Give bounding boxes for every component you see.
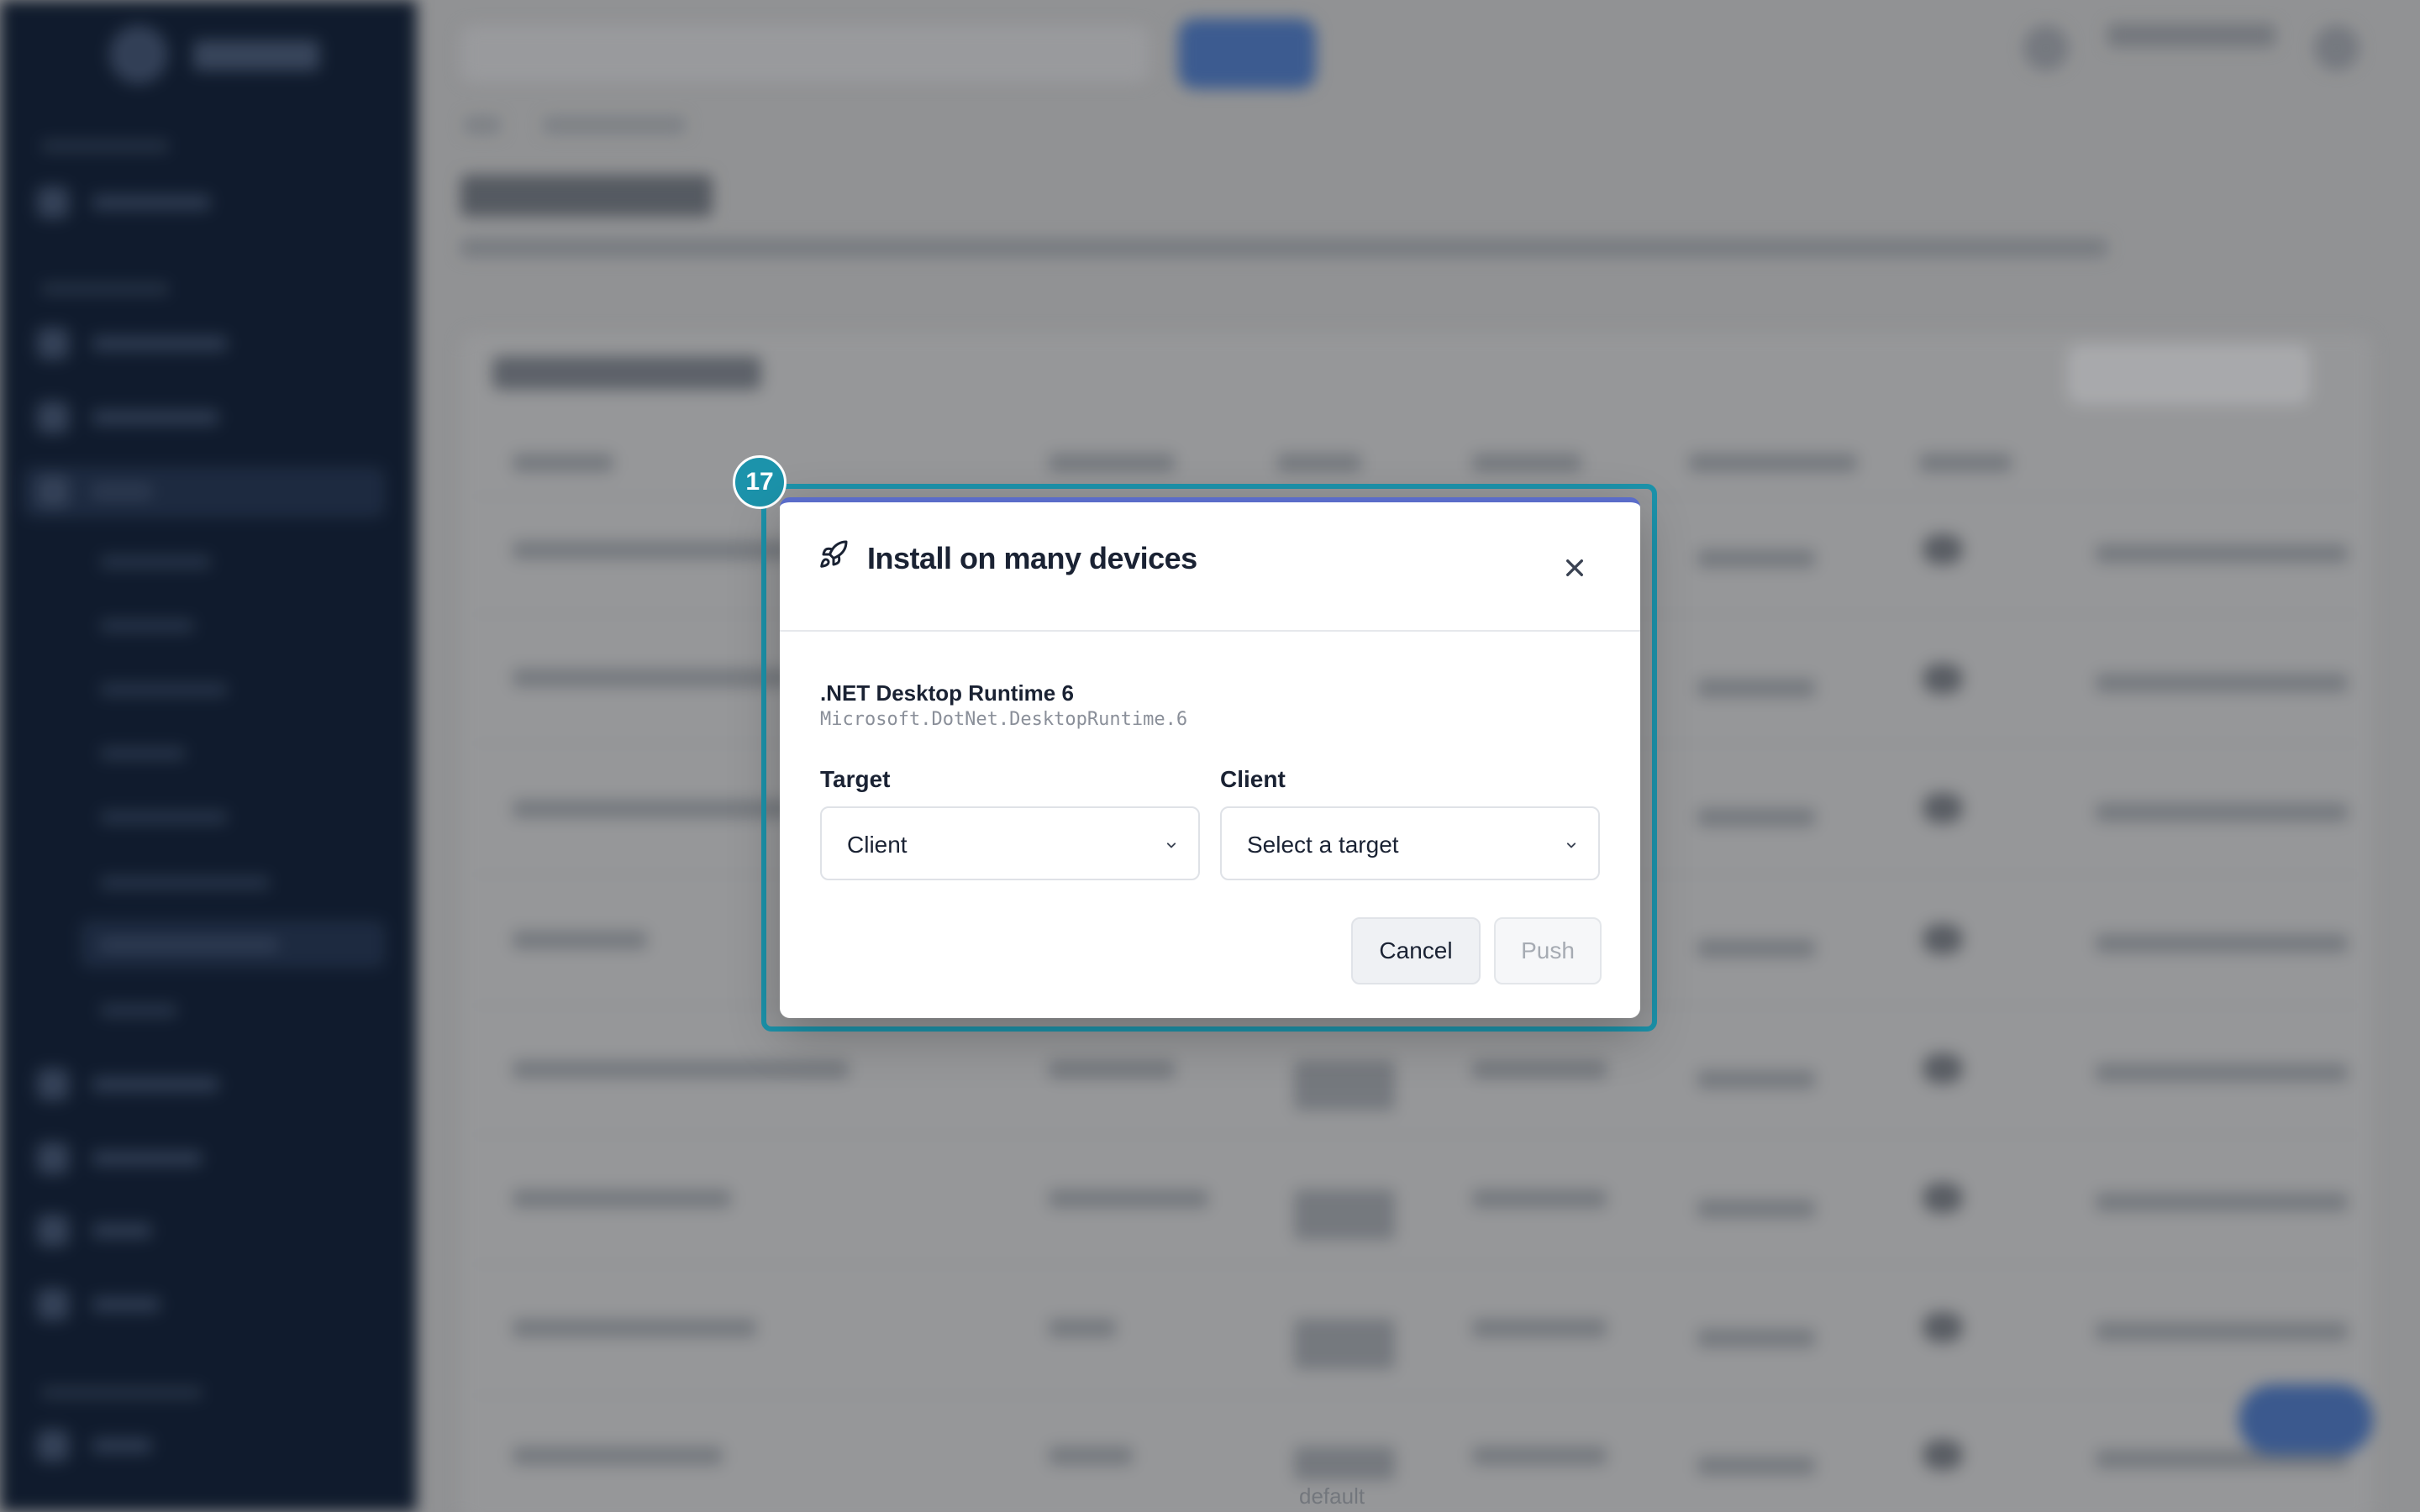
client-label: Client (1220, 766, 1286, 792)
install-dialog: Install on many devices .NET Desktop Run… (780, 497, 1640, 1018)
push-button[interactable]: Push (1494, 917, 1602, 984)
client-select-value: Select a target (1247, 832, 1399, 858)
cancel-button[interactable]: Cancel (1351, 917, 1481, 984)
package-name: .NET Desktop Runtime 6 (820, 680, 1074, 706)
target-select-value: Client (847, 832, 908, 858)
chevron-down-icon (1566, 843, 1576, 848)
dialog-title: Install on many devices (867, 541, 1197, 575)
close-icon[interactable] (1558, 551, 1591, 585)
step-badge: 17 (733, 455, 786, 509)
dialog-header: Install on many devices (780, 502, 1640, 632)
rocket-icon (820, 540, 848, 568)
target-label: Target (820, 766, 891, 792)
client-select[interactable]: Select a target (1220, 806, 1600, 880)
chevron-down-icon (1166, 843, 1176, 848)
target-select[interactable]: Client (820, 806, 1200, 880)
package-id: Microsoft.DotNet.DesktopRuntime.6 (820, 709, 1188, 730)
